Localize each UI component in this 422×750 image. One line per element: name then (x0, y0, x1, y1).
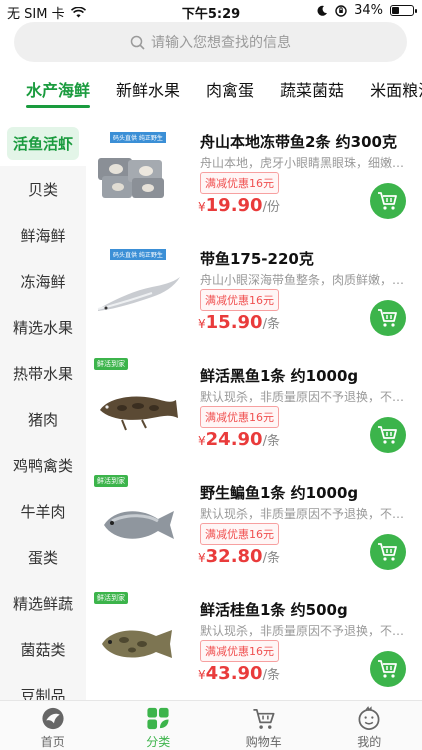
product-title: 鲜活桂鱼1条 约500g (200, 601, 348, 619)
sidebar-item-label: 贝类 (27, 180, 58, 199)
cart-icon (378, 543, 397, 561)
add-to-cart-button[interactable] (370, 183, 406, 219)
category-icon (147, 707, 169, 730)
category-tabs: 水产海鲜 新鲜水果 肉禽蛋 蔬菜菌菇 米面粮油 (0, 68, 422, 116)
tab-fruit[interactable]: 新鲜水果 (116, 68, 180, 116)
sidebar-item-label: 鸡鸭禽类 (12, 456, 73, 475)
product-badge: 鲜活到家 (94, 475, 128, 487)
sidebar-item-label: 活鱼活虾 (6, 126, 79, 160)
search-bar[interactable]: 请输入您想查找的信息 (14, 22, 407, 62)
nav-home[interactable]: 首页 (0, 701, 106, 750)
sidebar-item-label: 精选鲜蔬 (12, 594, 73, 613)
product-title: 鲜活黑鱼1条 约1000g (200, 367, 359, 385)
product-price: ¥43.90/条 (198, 663, 280, 684)
sidebar-item-tropical-fruit[interactable]: 热带水果 (0, 350, 86, 396)
search-placeholder: 请输入您想查找的信息 (151, 35, 291, 51)
product-description: 默认现杀，非质量原因不予退换，不可… (200, 390, 405, 404)
cart-icon (378, 192, 397, 210)
product-badge: 鲜活到家 (94, 358, 128, 370)
cart-icon (378, 426, 397, 444)
sidebar-item-label: 豆制品 (20, 686, 66, 701)
sidebar-item-selected-vegetables[interactable]: 精选鲜蔬 (0, 580, 86, 626)
nav-profile[interactable]: 我的 (317, 701, 422, 750)
product-list: 码头直供 纯正野生 舟山本地冻带鱼2条 约300克 舟山本地，虎牙小眼睛黑眼珠，… (86, 120, 422, 700)
status-bar: 无 SIM 卡 下午5:29 34% (0, 0, 422, 22)
product-price: ¥32.80/条 (198, 546, 280, 567)
product-description: 默认现杀，非质量原因不予退换，不可… (200, 507, 405, 521)
promo-tag: 满减优惠16元 (200, 406, 279, 428)
promo-tag: 满减优惠16元 (200, 172, 279, 194)
sidebar-item-label: 蛋类 (27, 548, 58, 567)
sidebar-item-label: 冻海鲜 (20, 272, 66, 291)
product-title: 舟山本地冻带鱼2条 约300克 (200, 133, 397, 151)
promo-tag: 满减优惠16元 (200, 289, 279, 311)
product-description: 默认现杀，非质量原因不予退换，不可… (200, 624, 405, 638)
product-price: ¥24.90/条 (198, 429, 280, 450)
sidebar-item-pork[interactable]: 猪肉 (0, 396, 86, 442)
orientation-lock-icon (335, 4, 347, 17)
nav-label: 首页 (40, 735, 65, 749)
sidebar-item-shellfish[interactable]: 贝类 (0, 166, 86, 212)
sidebar-item-mushrooms[interactable]: 菌菇类 (0, 626, 86, 672)
moon-icon (317, 5, 328, 16)
mandarin-fish-image (92, 598, 184, 683)
add-to-cart-button[interactable] (370, 300, 406, 336)
product-card[interactable]: 鲜活到家 鲜活黑鱼1条 约1000g 默认现杀，非质量原因不予退换，不可… 满减… (86, 354, 422, 471)
nav-label: 分类 (146, 735, 171, 749)
product-card[interactable]: 鲜活到家 鲜活桂鱼1条 约500g 默认现杀，非质量原因不予退换，不可… 满减优… (86, 588, 422, 700)
tab-meat-eggs[interactable]: 肉禽蛋 (206, 68, 254, 116)
search-icon (130, 35, 145, 50)
add-to-cart-button[interactable] (370, 534, 406, 570)
promo-tag: 满减优惠16元 (200, 640, 279, 662)
product-price: ¥19.90/份 (198, 195, 280, 216)
tab-vegetables[interactable]: 蔬菜菌菇 (280, 68, 344, 116)
product-card[interactable]: 鲜活到家 野生鳊鱼1条 约1000g 默认现杀，非质量原因不予退换，不可… 满减… (86, 471, 422, 588)
sidebar-item-tofu[interactable]: 豆制品 (0, 672, 86, 701)
product-badge: 码头直供 纯正野生 (110, 249, 166, 260)
sidebar-item-label: 热带水果 (12, 364, 73, 383)
product-description: 舟山本地，虎牙小眼睛黑眼珠，细嫩润… (200, 156, 405, 170)
battery-percent: 34% (354, 3, 383, 18)
product-badge: 码头直供 纯正野生 (110, 132, 166, 143)
sidebar-item-label: 猪肉 (27, 410, 58, 429)
product-badge: 鲜活到家 (94, 592, 128, 604)
product-description: 舟山小眼深海带鱼整条，肉质鲜嫩，味… (200, 273, 405, 287)
sidebar-item-selected-fruit[interactable]: 精选水果 (0, 304, 86, 350)
sidebar-item-eggs[interactable]: 蛋类 (0, 534, 86, 580)
home-icon (42, 707, 64, 730)
profile-icon (358, 706, 380, 730)
nav-label: 购物车 (245, 735, 282, 749)
product-price: ¥15.90/条 (198, 312, 280, 333)
sidebar-item-fresh-seafood[interactable]: 鲜海鲜 (0, 212, 86, 258)
tab-grain-oil[interactable]: 米面粮油 (370, 68, 422, 116)
cart-icon (253, 708, 275, 729)
nav-cart[interactable]: 购物车 (211, 701, 317, 750)
sidebar-item-label: 牛羊肉 (20, 502, 66, 521)
nav-category[interactable]: 分类 (106, 701, 212, 750)
tab-seafood[interactable]: 水产海鲜 (26, 68, 91, 116)
sidebar-item-label: 精选水果 (12, 318, 73, 337)
sidebar-item-live-fish[interactable]: 活鱼活虾 (0, 120, 86, 166)
sidebar-item-frozen-seafood[interactable]: 冻海鲜 (0, 258, 86, 304)
cart-icon (378, 309, 397, 327)
product-title: 带鱼175-220克 (200, 250, 314, 268)
cart-icon (378, 660, 397, 678)
product-card[interactable]: 码头直供 纯正野生 舟山本地冻带鱼2条 约300克 舟山本地，虎牙小眼睛黑眼珠，… (86, 120, 422, 237)
snakehead-fish-image (92, 364, 184, 449)
add-to-cart-button[interactable] (370, 651, 406, 687)
product-card[interactable]: 码头直供 纯正野生 带鱼175-220克 舟山小眼深海带鱼整条，肉质鲜嫩，味… … (86, 237, 422, 354)
bottom-nav: 首页 分类 购物车 我的 (0, 700, 422, 750)
sidebar-item-label: 菌菇类 (20, 640, 66, 659)
nav-label: 我的 (357, 735, 382, 749)
sidebar-item-label: 鲜海鲜 (20, 226, 66, 245)
promo-tag: 满减优惠16元 (200, 523, 279, 545)
bream-fish-image (92, 481, 184, 566)
battery-icon (390, 5, 417, 16)
sidebar-item-poultry[interactable]: 鸡鸭禽类 (0, 442, 86, 488)
product-title: 野生鳊鱼1条 约1000g (200, 484, 359, 502)
subcategory-sidebar: 活鱼活虾 贝类 鲜海鲜 冻海鲜 精选水果 热带水果 猪肉 鸡鸭禽类 牛羊肉 蛋类… (0, 120, 86, 700)
add-to-cart-button[interactable] (370, 417, 406, 453)
sidebar-item-beef-lamb[interactable]: 牛羊肉 (0, 488, 86, 534)
